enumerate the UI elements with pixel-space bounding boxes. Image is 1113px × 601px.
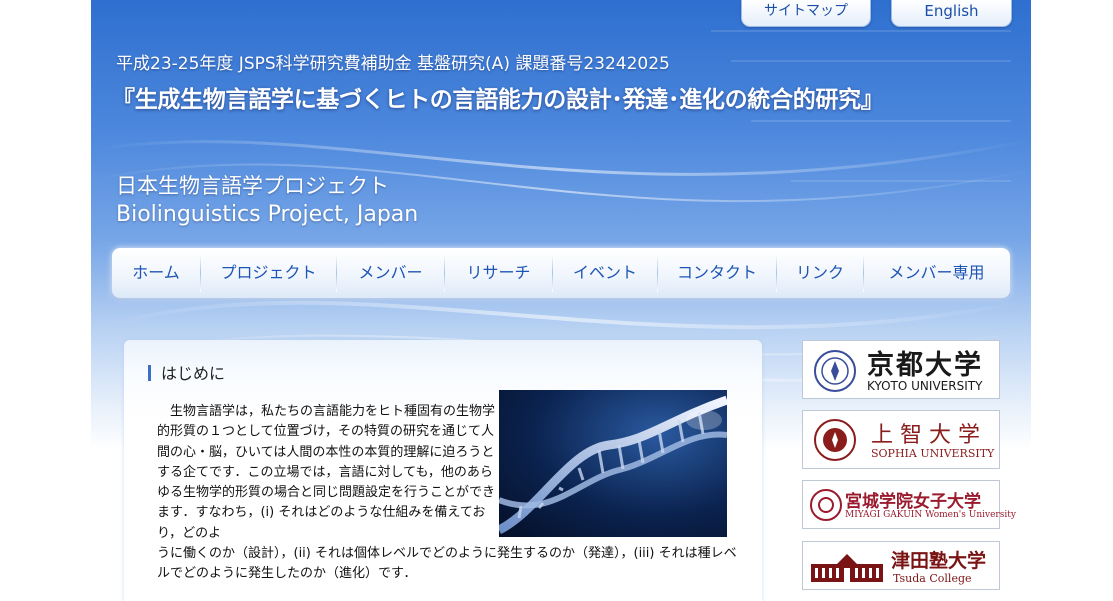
miyagi-gakuin-name-en: MIYAGI GAKUIN Women's University: [845, 510, 1016, 520]
nav-members[interactable]: メンバー: [337, 254, 444, 292]
dna-helix-icon: [499, 395, 727, 535]
project-name-en: Biolinguistics Project, Japan: [116, 202, 419, 227]
sophia-university-seal-icon: [814, 419, 856, 461]
intro-paragraph-continued: うに働くのか（設計），(ii) それは個体レベルでどのように発生するのか（発達）…: [157, 546, 737, 582]
kyoto-university-name-jp: 京都大学: [867, 350, 983, 381]
nav-members-only[interactable]: メンバー専用: [864, 254, 1009, 292]
miyagi-gakuin-seal-icon: [810, 489, 842, 521]
research-title: 『生成生物言語学に基づくヒトの言語能力の設計･発達･進化の統合的研究』: [112, 87, 884, 113]
kyoto-university-seal-icon: [814, 350, 856, 392]
nav-links[interactable]: リンク: [777, 254, 863, 292]
nav-events[interactable]: イベント: [553, 254, 657, 292]
tsuda-college-banner[interactable]: 津田塾大学 Tsuda College: [802, 541, 1000, 590]
sitemap-link[interactable]: サイトマップ: [741, 0, 871, 27]
project-name-jp: 日本生物言語学プロジェクト: [116, 174, 389, 198]
english-link[interactable]: English: [891, 0, 1012, 27]
miyagi-gakuin-banner[interactable]: 宮城学院女子大学 MIYAGI GAKUIN Women's Universit…: [802, 480, 1016, 529]
tsuda-college-name-jp: 津田塾大学: [891, 550, 987, 572]
section-title: はじめに: [148, 360, 225, 384]
nav-home[interactable]: ホーム: [112, 254, 200, 292]
sophia-university-banner[interactable]: 上 智 大 学 SOPHIA UNIVERSITY: [802, 410, 1000, 469]
page: サイトマップ English 平成23-25年度 JSPS科学研究費補助金 基盤…: [91, 0, 1031, 601]
tsuda-college-name-en: Tsuda College: [893, 572, 972, 585]
nav-project[interactable]: プロジェクト: [201, 254, 336, 292]
sophia-university-name-en: SOPHIA UNIVERSITY: [871, 447, 995, 460]
nav-research[interactable]: リサーチ: [445, 254, 552, 292]
grant-info-line: 平成23-25年度 JSPS科学研究費補助金 基盤研究(A) 課題番号23242…: [116, 54, 670, 74]
sophia-university-name-jp: 上 智 大 学: [871, 423, 980, 448]
kyoto-university-banner[interactable]: 京都大学 KYOTO UNIVERSITY: [802, 340, 1000, 399]
intro-paragraph: 生物言語学は，私たちの言語能力をヒト種固有の生物学的形質の１つとして位置づけ，そ…: [157, 404, 496, 541]
section-title-text: はじめに: [161, 364, 226, 383]
section-title-bar: [148, 365, 151, 381]
dna-helix-image: [499, 390, 727, 537]
main-nav: ホーム プロジェクト メンバー リサーチ イベント コンタクト リンク メンバー…: [112, 248, 1010, 298]
nav-contact[interactable]: コンタクト: [658, 254, 776, 292]
kyoto-university-name-en: KYOTO UNIVERSITY: [867, 379, 983, 393]
intro-section: はじめに 生物言語学は，私たちの言語能力をヒト種固有の生物学的形質の１つとして位…: [124, 340, 762, 601]
miyagi-gakuin-name-jp: 宮城学院女子大学: [845, 492, 981, 512]
tsuda-college-building-icon: [811, 554, 883, 582]
